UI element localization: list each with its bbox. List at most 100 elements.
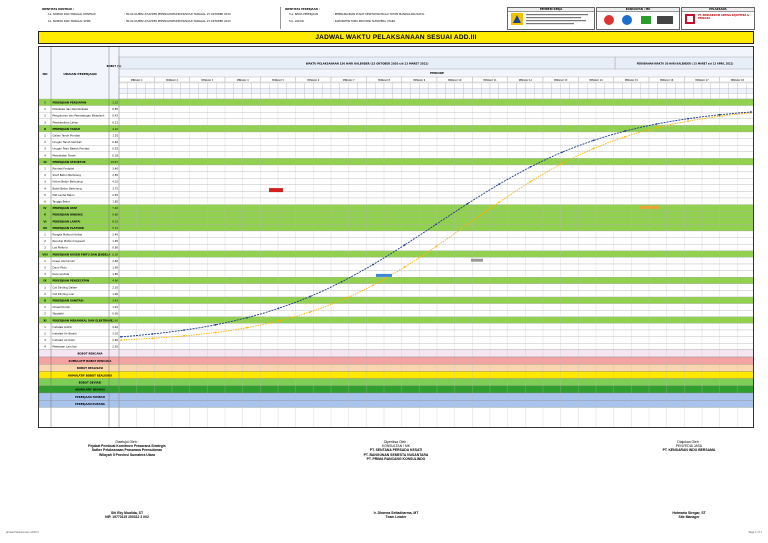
table-row bbox=[39, 145, 753, 152]
day-header-cell bbox=[534, 88, 544, 94]
day-header-cell bbox=[507, 93, 517, 99]
day-header-cell bbox=[428, 93, 438, 99]
table-row bbox=[39, 283, 753, 291]
plan-s-curve-point bbox=[435, 245, 437, 248]
day-header-cell bbox=[260, 82, 270, 89]
row-number: 1 bbox=[44, 325, 46, 329]
row-bobot: 0.55 bbox=[112, 147, 118, 151]
day-header-cell bbox=[260, 88, 270, 94]
day-header-cell bbox=[666, 88, 676, 94]
signature-id: Site Manager bbox=[678, 514, 700, 519]
row-label: Plat Lantai Beton bbox=[53, 193, 76, 197]
signature-org: Wilayah II Provinsi Sumatera Utara bbox=[99, 452, 155, 457]
row-bobot: 4.40 bbox=[112, 325, 118, 329]
day-header-cell bbox=[189, 93, 199, 99]
day-header-cell bbox=[534, 82, 544, 89]
day-header-cell bbox=[260, 93, 270, 99]
day-header-cell bbox=[242, 93, 252, 99]
actual-s-curve-point bbox=[183, 329, 185, 332]
plan-s-curve-point bbox=[309, 311, 311, 313]
work-row-value: : KABUPATEN TOBA PROVINSI SUMATERA UTARA bbox=[333, 20, 396, 23]
day-header-cell bbox=[198, 93, 208, 99]
row-label: Balok Beton Bertulang bbox=[53, 186, 83, 190]
summary-row bbox=[39, 349, 753, 358]
row-number: VII bbox=[43, 226, 47, 230]
row-number: 4 bbox=[44, 153, 46, 157]
day-header-cell bbox=[631, 82, 641, 89]
row-label: Kolom Beton Bertulang bbox=[53, 180, 83, 184]
actual-s-curve-point bbox=[214, 323, 217, 326]
day-header-cell bbox=[454, 82, 464, 89]
row-label: PEKERJAAN KUSEN PINTU DAN JENDELA bbox=[53, 252, 111, 256]
day-header-cell bbox=[207, 88, 217, 94]
actual-s-curve-point bbox=[403, 244, 406, 246]
row-label: Penutup Plafond Gypsum bbox=[53, 239, 86, 243]
day-header-cell bbox=[560, 88, 570, 94]
day-header-cell bbox=[613, 93, 623, 99]
day-header-cell bbox=[587, 82, 597, 89]
day-header-cell bbox=[675, 82, 685, 89]
day-header-cell bbox=[746, 88, 753, 94]
day-header-cell bbox=[198, 82, 208, 89]
week-header-label: MINGGU 10 bbox=[448, 79, 462, 82]
day-header-cell bbox=[401, 82, 411, 89]
row-bobot: 0.42 bbox=[112, 114, 118, 118]
row-number: 2 bbox=[44, 114, 46, 118]
row-label: Cat Dinding Luar bbox=[53, 292, 76, 296]
footer-right: Page 1 of 1 bbox=[748, 531, 762, 534]
day-header-cell bbox=[666, 93, 676, 99]
day-header-cell bbox=[622, 82, 632, 89]
day-header-cell bbox=[180, 88, 190, 94]
actual-s-curve-point bbox=[750, 111, 752, 113]
day-header-cell bbox=[657, 88, 667, 94]
day-header-cell bbox=[357, 88, 367, 94]
day-header-cell bbox=[410, 88, 420, 94]
table-row bbox=[39, 237, 753, 245]
row-number: 2 bbox=[44, 266, 46, 270]
day-header-cell bbox=[207, 82, 217, 89]
week-header-label: MINGGU 9 bbox=[413, 79, 425, 82]
document-header: IDENTITAS KONTRAK : 1a. NOMOR DAN TANGGA… bbox=[38, 7, 755, 30]
day-header-cell bbox=[693, 93, 703, 99]
day-header-cell bbox=[304, 82, 314, 89]
day-header-cell bbox=[419, 88, 429, 94]
day-header-cell bbox=[719, 88, 729, 94]
table-row bbox=[39, 329, 753, 337]
day-header-cell bbox=[472, 88, 482, 94]
day-header-cell bbox=[498, 88, 508, 94]
row-bobot: 2.50 bbox=[112, 345, 118, 349]
row-bobot: 0.60 bbox=[112, 140, 118, 144]
table-row bbox=[39, 171, 753, 179]
day-header-cell bbox=[419, 93, 429, 99]
day-header-cell bbox=[648, 82, 658, 89]
day-header-cell bbox=[613, 82, 623, 89]
day-header-cell bbox=[224, 82, 234, 89]
row-number: III bbox=[43, 160, 46, 164]
day-header-cell bbox=[604, 82, 614, 89]
plan-s-curve-point bbox=[340, 299, 343, 302]
day-header-cell bbox=[180, 93, 190, 99]
day-header-cell bbox=[145, 88, 155, 94]
day-header-cell bbox=[560, 82, 570, 89]
day-header-cell bbox=[454, 93, 464, 99]
day-header-cell bbox=[118, 82, 128, 89]
row-bobot: 0.38 bbox=[112, 153, 118, 157]
day-header-cell bbox=[595, 88, 605, 94]
row-bobot: 12.60 bbox=[111, 318, 119, 322]
row-bobot: 1.90 bbox=[112, 266, 118, 270]
plan-s-curve-point bbox=[120, 339, 122, 341]
row-number: 1 bbox=[44, 107, 46, 111]
summary-row bbox=[39, 392, 753, 401]
day-header-cell bbox=[551, 82, 561, 89]
row-label: Kaca Jendela bbox=[53, 272, 70, 276]
day-header-cell bbox=[463, 93, 473, 99]
day-header-cell bbox=[295, 88, 305, 94]
day-header-cell bbox=[410, 82, 420, 89]
activity-bar bbox=[376, 273, 392, 277]
day-header-cell bbox=[242, 82, 252, 89]
summary-label: KUMULATIF DEVIASI bbox=[75, 388, 104, 392]
actual-s-curve-point bbox=[529, 166, 532, 168]
work-identity: IDENTITAS PEKERJAAN : 5.a. NAMA PEKERJAA… bbox=[280, 7, 503, 29]
row-number: 2 bbox=[44, 332, 46, 336]
day-header-cell bbox=[136, 82, 146, 89]
